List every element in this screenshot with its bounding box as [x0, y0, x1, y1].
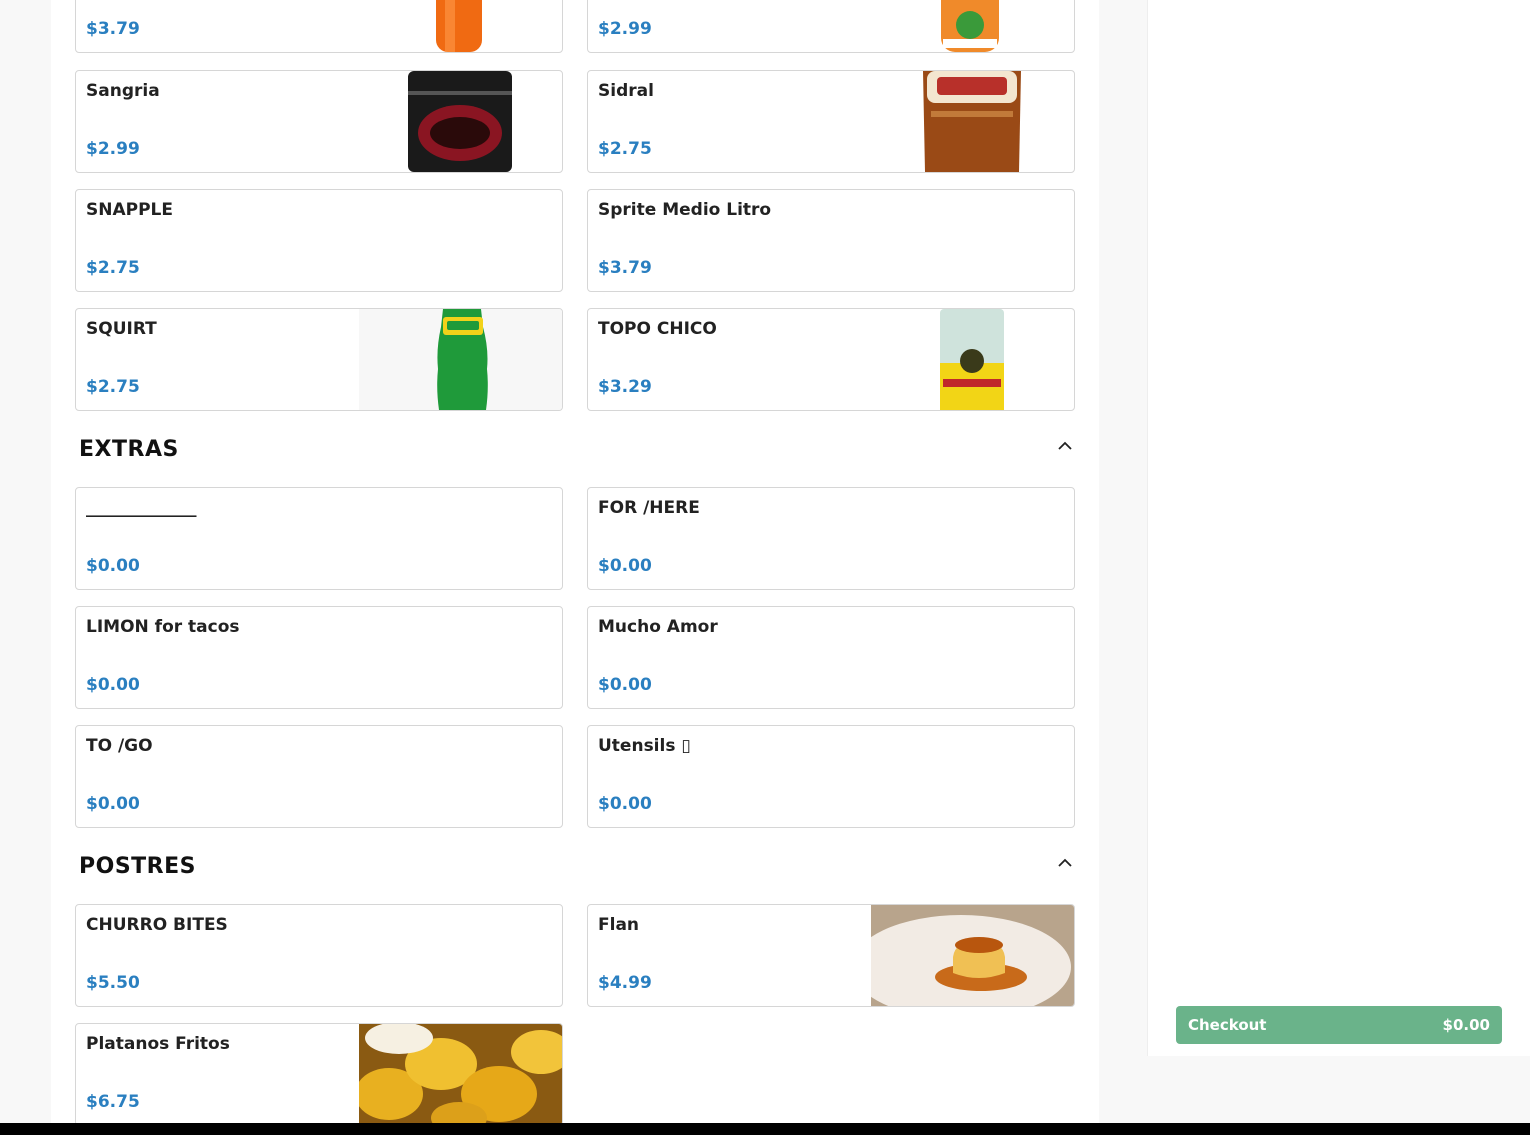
item-name: Sprite Medio Litro: [598, 200, 772, 220]
item-price: $0.00: [598, 675, 652, 695]
checkout-label: Checkout: [1188, 1016, 1267, 1034]
menu-item-card[interactable]: SQUIRT $2.75: [75, 308, 563, 411]
item-price: $4.99: [598, 973, 652, 993]
item-name: Sidral: [598, 81, 654, 101]
menu-item-card[interactable]: Sprite Medio Litro $3.79: [587, 189, 1075, 292]
item-price: $0.00: [598, 794, 652, 814]
topo-chico-bottle-image: [871, 309, 1074, 410]
item-name: Sangria: [86, 81, 160, 101]
menu-item-card[interactable]: FOR /HERE $0.00: [587, 487, 1075, 590]
sidral-mundet-bottle-image: [871, 71, 1074, 172]
menu-item-card[interactable]: $3.79: [75, 0, 563, 53]
cart-panel: [1147, 0, 1530, 1056]
menu-item-card[interactable]: _____________ $0.00: [75, 487, 563, 590]
bottom-bar: [0, 1123, 1530, 1135]
menu-item-card[interactable]: Flan $4.99: [587, 904, 1075, 1007]
sangria-senorial-bottle-image: [359, 71, 562, 172]
item-name: TO /GO: [86, 736, 153, 756]
menu-item-card[interactable]: CHURRO BITES $5.50: [75, 904, 563, 1007]
item-price: $3.79: [86, 19, 140, 39]
item-price: $2.75: [86, 258, 140, 278]
orange-soda-bottle-image: [359, 0, 562, 52]
item-price: $6.75: [86, 1092, 140, 1112]
menu-item-card[interactable]: Utensils ▯ $0.00: [587, 725, 1075, 828]
chevron-up-icon[interactable]: [1054, 851, 1076, 873]
item-price: $0.00: [86, 675, 140, 695]
section-title-extras: EXTRAS: [79, 437, 179, 462]
chevron-up-icon[interactable]: [1054, 434, 1076, 456]
section-title-postres: POSTRES: [79, 854, 196, 879]
menu-item-card[interactable]: LIMON for tacos $0.00: [75, 606, 563, 709]
menu-item-card[interactable]: Sidral $2.75: [587, 70, 1075, 173]
item-name: SQUIRT: [86, 319, 157, 339]
item-name: TOPO CHICO: [598, 319, 717, 339]
item-price: $2.99: [598, 19, 652, 39]
item-price: $0.00: [86, 794, 140, 814]
item-name: Mucho Amor: [598, 617, 718, 637]
checkout-button[interactable]: Checkout $0.00: [1176, 1006, 1502, 1044]
menu-item-card[interactable]: Platanos Fritos $6.75: [75, 1023, 563, 1126]
menu-item-card[interactable]: Sangria $2.99: [75, 70, 563, 173]
menu-item-card[interactable]: TOPO CHICO $3.29: [587, 308, 1075, 411]
item-name: _____________: [86, 498, 197, 518]
item-price: $5.50: [86, 973, 140, 993]
squirt-bottle-image: [359, 309, 562, 410]
jarritos-bottle-image: [871, 0, 1074, 52]
platanos-fritos-image: [359, 1024, 562, 1125]
menu-item-card[interactable]: $2.99: [587, 0, 1075, 53]
menu-item-card[interactable]: Mucho Amor $0.00: [587, 606, 1075, 709]
item-price: $2.99: [86, 139, 140, 159]
item-price: $0.00: [598, 556, 652, 576]
item-name: Flan: [598, 915, 640, 935]
item-name: SNAPPLE: [86, 200, 173, 220]
menu-item-card[interactable]: SNAPPLE $2.75: [75, 189, 563, 292]
item-price: $2.75: [598, 139, 652, 159]
checkout-total: $0.00: [1442, 1016, 1490, 1034]
item-price: $3.29: [598, 377, 652, 397]
item-name: Utensils ▯: [598, 736, 691, 756]
item-price: $2.75: [86, 377, 140, 397]
menu-item-card[interactable]: TO /GO $0.00: [75, 725, 563, 828]
item-price: $3.79: [598, 258, 652, 278]
flan-image: [871, 905, 1074, 1006]
item-name: FOR /HERE: [598, 498, 700, 518]
item-name: Platanos Fritos: [86, 1034, 230, 1054]
item-price: $0.00: [86, 556, 140, 576]
item-name: CHURRO BITES: [86, 915, 228, 935]
item-name: LIMON for tacos: [86, 617, 240, 637]
